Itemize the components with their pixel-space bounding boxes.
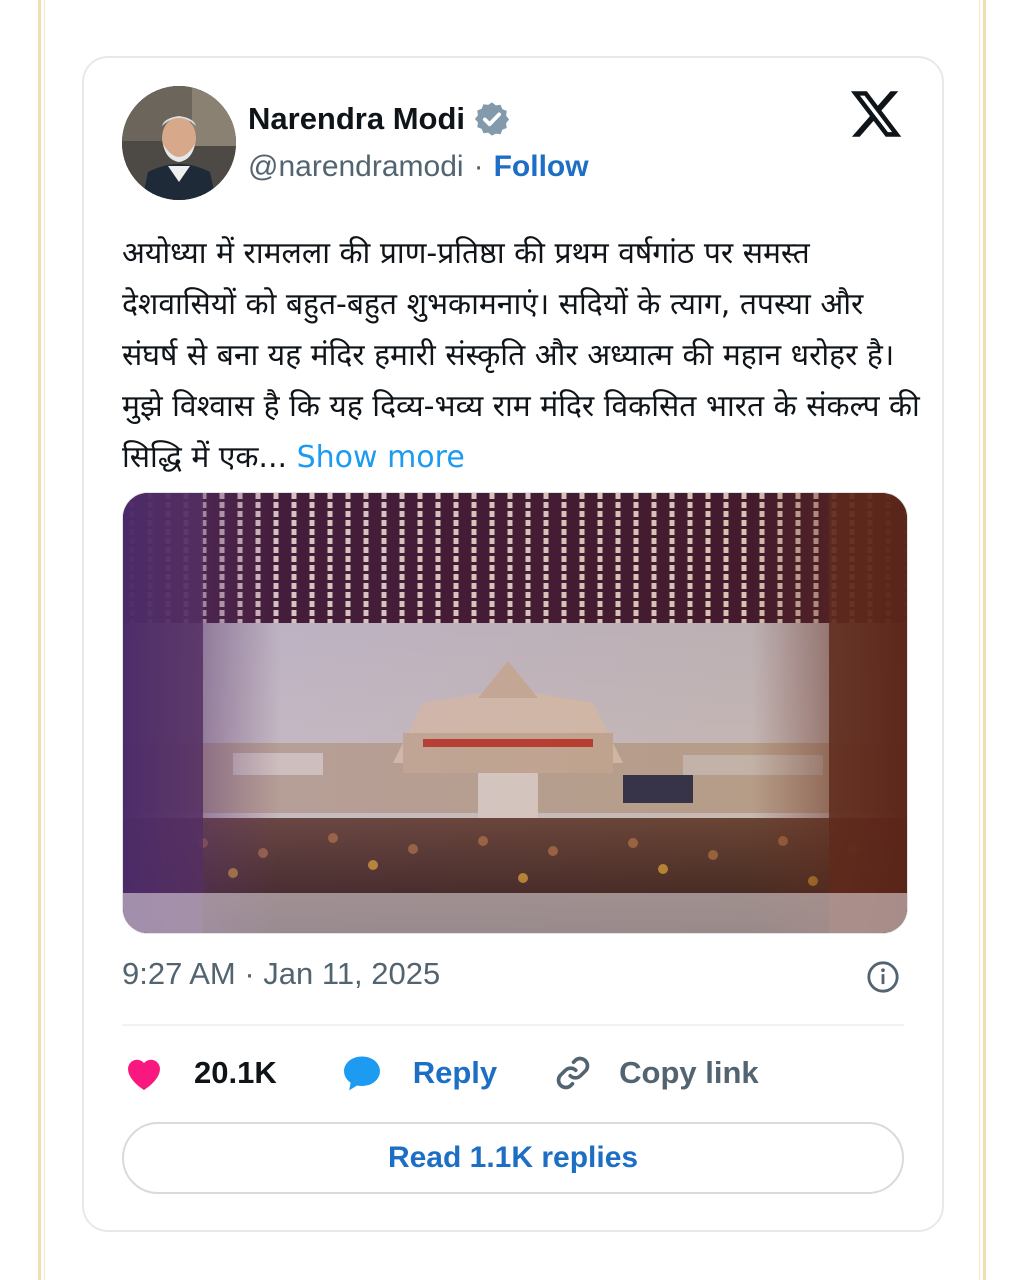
link-icon xyxy=(556,1056,590,1090)
reply-button[interactable]: Reply xyxy=(339,1051,497,1095)
action-bar: 20.1K Reply Copy link xyxy=(122,1048,759,1098)
tweet-text: अयोध्या में रामलला की प्राण-प्रतिष्ठा की… xyxy=(122,236,920,475)
info-icon[interactable] xyxy=(866,960,900,994)
author-handle[interactable]: @narendramodi xyxy=(248,150,464,184)
avatar-image xyxy=(122,86,236,200)
follow-button[interactable]: Follow xyxy=(494,150,589,184)
avatar[interactable] xyxy=(122,86,236,200)
speech-bubble-icon xyxy=(343,1056,380,1091)
heart-icon xyxy=(128,1059,160,1091)
read-replies-button[interactable]: Read 1.1K replies xyxy=(122,1122,904,1194)
tweet-timestamp[interactable]: 9:27 AM · Jan 11, 2025 xyxy=(122,956,440,992)
copy-link-button[interactable]: Copy link xyxy=(551,1051,759,1095)
reply-label: Reply xyxy=(412,1055,498,1090)
verified-badge-icon xyxy=(474,102,510,136)
tweet-body: अयोध्या में रामलला की प्राण-प्रतिष्ठा की… xyxy=(122,228,922,483)
like-button[interactable]: 20.1K xyxy=(122,1051,277,1095)
copy-link-label: Copy link xyxy=(619,1055,759,1090)
author-name[interactable]: Narendra Modi xyxy=(248,101,465,137)
read-replies-label: Read 1.1K replies xyxy=(387,1141,639,1174)
like-count: 20.1K xyxy=(194,1055,277,1090)
decorative-frame-right xyxy=(979,0,986,1280)
tweet-media-image[interactable] xyxy=(122,492,908,934)
decorative-frame-left xyxy=(38,0,45,1280)
x-logo-icon[interactable] xyxy=(848,86,904,142)
separator-dot: · xyxy=(473,150,484,183)
temple-photo xyxy=(123,493,907,933)
divider xyxy=(122,1024,904,1026)
show-more-link[interactable]: Show more xyxy=(297,440,465,475)
tweet-card[interactable]: Narendra Modi @narendramodi · Follow अयो… xyxy=(82,56,944,1232)
